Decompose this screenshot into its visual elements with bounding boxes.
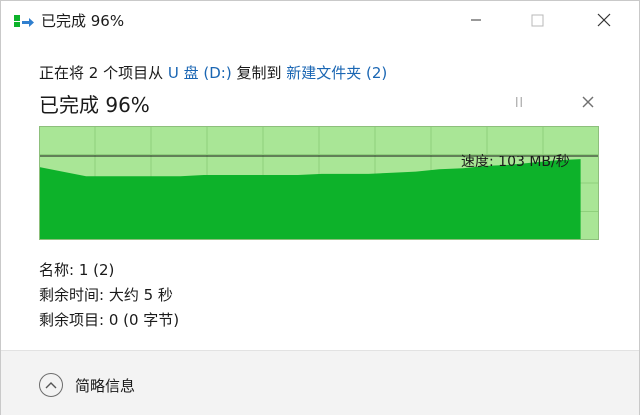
- items-remaining: 剩余项目: 0 (0 字节): [39, 311, 180, 329]
- pause-icon: [516, 97, 522, 107]
- time-remaining: 剩余时间: 大约 5 秒: [39, 286, 173, 304]
- maximize-button[interactable]: [514, 1, 560, 39]
- footer: 简略信息: [1, 350, 639, 415]
- copy-middle: 复制到: [231, 64, 287, 82]
- copy-description: 正在将 2 个项目从 U 盘 (D:) 复制到 新建文件夹 (2): [39, 62, 387, 83]
- minimize-icon: [471, 19, 481, 21]
- file-name: 名称: 1 (2): [39, 261, 115, 279]
- destination-link[interactable]: 新建文件夹 (2): [286, 64, 387, 82]
- maximize-icon: [531, 14, 543, 26]
- chevron-up-icon: [45, 382, 57, 389]
- fewer-details-button[interactable]: 简略信息: [39, 373, 135, 397]
- title-bar[interactable]: 已完成 96%: [1, 1, 639, 39]
- speed-chart: [39, 126, 599, 240]
- chevron-up-circle-icon: [39, 373, 63, 397]
- source-link[interactable]: U 盘 (D:): [168, 64, 232, 82]
- speed-label: 速度: 103 MB/秒: [461, 154, 570, 170]
- close-button[interactable]: [581, 1, 627, 39]
- copy-prefix: 正在将 2 个项目从: [39, 64, 168, 82]
- pause-button[interactable]: [507, 91, 531, 113]
- fewer-details-label: 简略信息: [75, 376, 136, 395]
- cancel-icon: [582, 96, 594, 108]
- minimize-button[interactable]: [453, 1, 499, 39]
- progress-percent-label: 已完成 96%: [39, 93, 150, 117]
- window-title: 已完成 96%: [41, 12, 125, 30]
- cancel-copy-button[interactable]: [576, 91, 600, 113]
- copy-file-icon: [14, 15, 34, 27]
- close-icon: [597, 13, 611, 27]
- copy-dialog: 已完成 96% 正在将 2 个项目从 U 盘 (D:) 复制到 新建文件夹 (2…: [0, 0, 640, 415]
